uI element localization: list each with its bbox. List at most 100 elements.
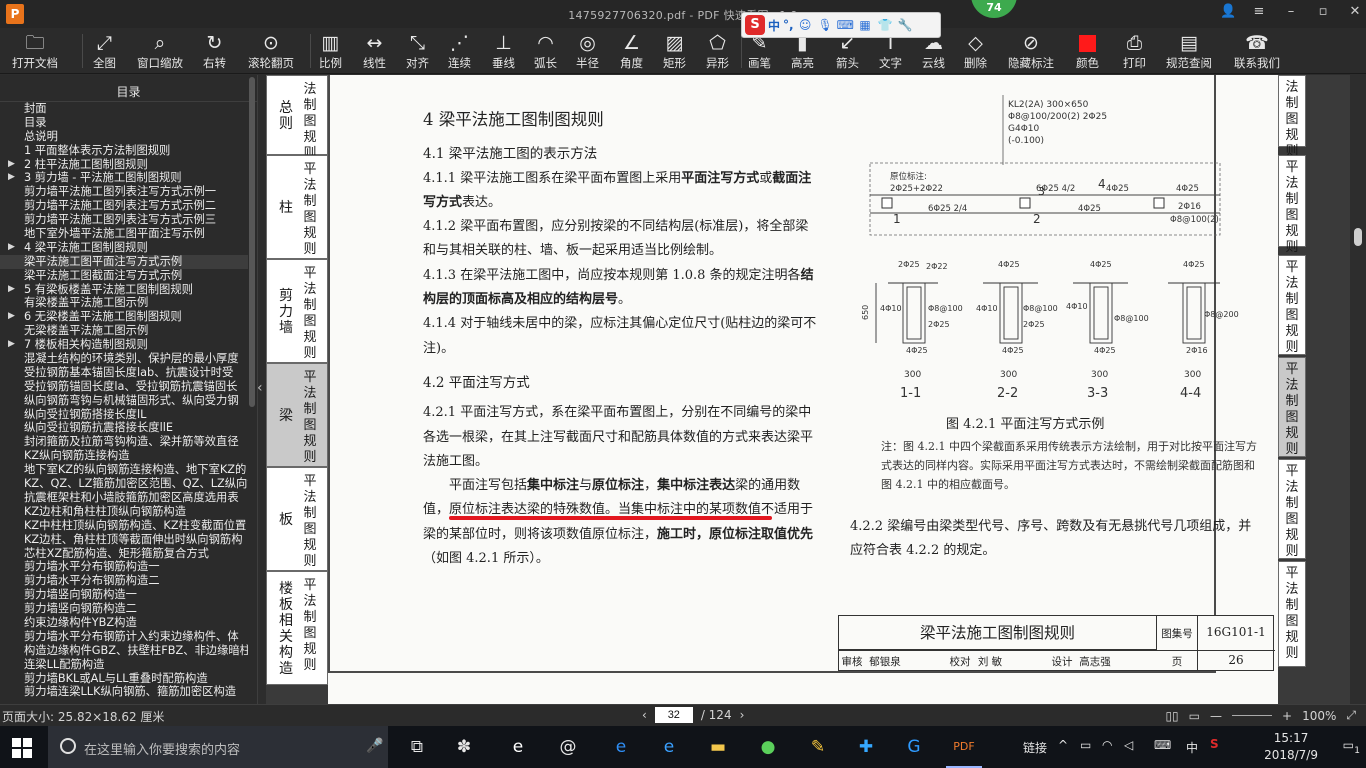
zoom-in-icon[interactable]: + [1282, 709, 1292, 723]
chain-button[interactable]: ⋰ 连续 [448, 28, 471, 74]
expand-arrow-icon[interactable]: ▶ [8, 310, 15, 324]
left-tab[interactable]: 楼板相关构造 平法制图规则 [266, 571, 328, 685]
left-tab[interactable]: 梁平法制图规则 [266, 363, 328, 467]
toc-item[interactable]: 梁平法施工图平面注写方式示例 [0, 254, 248, 269]
toc-item[interactable]: 抗震框架柱和小墙肢箍筋加密区高度选用表 [0, 491, 248, 505]
sogou-tray-icon[interactable]: S [1210, 737, 1219, 751]
toc-item[interactable]: ▶ 6 无梁楼盖平法施工图制图规则 [0, 310, 248, 324]
notes-icon[interactable]: ✎ [806, 735, 830, 759]
right-tab[interactable]: 平法制图规则 [1278, 255, 1306, 355]
skin-icon[interactable]: 👕 [877, 17, 894, 34]
right-tab[interactable]: 平法制图规则 [1278, 357, 1306, 457]
mic-icon[interactable]: 🎤 [366, 738, 383, 754]
notification-icon[interactable]: ▭ [1343, 738, 1354, 752]
tray-up-icon[interactable]: ^ [1058, 738, 1068, 752]
rect-button[interactable]: ▨ 矩形 [663, 28, 686, 74]
ime-punct[interactable]: °, [783, 18, 794, 32]
left-tab[interactable]: 总则 法制图规则 [266, 75, 328, 161]
grid-icon[interactable]: ▦ [857, 17, 874, 34]
toc-item[interactable]: 封闭箍筋及拉筋弯钩构造、梁并筋等效直径 [0, 435, 248, 449]
emoji-icon[interactable]: ☺ [797, 17, 814, 34]
mic-icon[interactable]: 🎙 [817, 17, 834, 34]
contact-button[interactable]: ☎ 联系我们 [1234, 28, 1280, 74]
toc-item[interactable]: 剪力墙水平分布钢筋构造一 [0, 560, 248, 574]
toc-item[interactable]: KZ边柱、角柱柱顶等截面伸出时纵向钢筋构 [0, 533, 248, 547]
ime-indicator[interactable]: 中 [1186, 739, 1198, 756]
next-page-icon[interactable]: › [740, 708, 745, 722]
file-explorer-icon[interactable]: ▬ [706, 735, 730, 759]
right-tab[interactable]: 平法制图规则 [1278, 561, 1306, 667]
page-number-input[interactable] [654, 707, 693, 723]
toc-item[interactable]: 纵向钢筋弯钩与机械锚固形式、纵向受力钢 [0, 394, 248, 408]
red-underline-annotation[interactable] [449, 516, 772, 520]
pdf-viewer-task-icon[interactable]: PDF [952, 735, 976, 759]
toc-item[interactable]: ▶ 2 柱平法施工图制图规则 [0, 158, 248, 172]
toc-item[interactable]: 地下室外墙平法施工图平面注写示例 [0, 227, 248, 241]
toc-item[interactable]: 受拉钢筋基本锚固长度lab、抗震设计时受 [0, 366, 248, 380]
expand-arrow-icon[interactable]: ▶ [8, 241, 15, 255]
toc-item[interactable]: 构造边缘构件GBZ、扶壁柱FBZ、非边缘暗柱 [0, 644, 248, 658]
radius-button[interactable]: ◎ 半径 [576, 28, 599, 74]
toc-item[interactable]: 混凝土结构的环境类别、保护层的最小厚度 [0, 352, 248, 366]
toc-item[interactable]: 目录 [0, 116, 248, 130]
menu-icon[interactable]: ≡ [1252, 4, 1266, 19]
toc-item[interactable]: 约束边缘构件YBZ构造 [0, 616, 248, 630]
toc-item[interactable]: 连梁LL配筋构造 [0, 658, 248, 672]
taskbar-search[interactable]: 在这里输入你要搜索的内容 🎤 [48, 726, 388, 768]
scroll-button[interactable]: ⊙ 滚轮翻页 [248, 28, 294, 74]
toc-item[interactable]: KZ边柱和角柱柱顶纵向钢筋构造 [0, 505, 248, 519]
settings-icon[interactable]: 🔧 [897, 17, 914, 34]
arc-button[interactable]: ◠ 弧长 [534, 28, 557, 74]
toc-item[interactable]: 剪力墙连梁LLK纵向钢筋、箍筋加密区构造 [0, 685, 248, 699]
linear-button[interactable]: ↔ 线性 [363, 28, 386, 74]
document-viewer[interactable]: 总则 法制图规则柱平法制图规则 剪力墙 平法制图规则梁平法制图规则板平法制图规则 楼板相… [266, 75, 1350, 704]
left-tab[interactable]: 剪力墙 平法制图规则 [266, 259, 328, 363]
volume-icon[interactable]: ◁ [1124, 738, 1133, 752]
toc-item[interactable]: ▶ 5 有梁板楼盖平法施工图制图规则 [0, 283, 248, 297]
ime-mode[interactable]: 中 [768, 17, 780, 34]
spiral-app-icon[interactable]: @ [556, 735, 580, 759]
keyboard-icon[interactable]: ⌨ [1154, 738, 1171, 752]
close-icon[interactable]: ✕ [1348, 4, 1362, 19]
viewer-scrollbar[interactable] [1354, 228, 1362, 246]
task-view-icon[interactable]: ⧉ [405, 735, 429, 759]
toc-item[interactable]: ▶ 4 梁平法施工图制图规则 [0, 241, 248, 255]
edge-icon[interactable]: e [609, 735, 633, 759]
single-page-icon[interactable]: ▯▯ [1165, 709, 1178, 723]
link-label[interactable]: 链接 [1023, 739, 1047, 756]
keyboard-icon[interactable]: ⌨ [837, 17, 854, 34]
left-tab[interactable]: 柱平法制图规则 [266, 155, 328, 259]
expand-arrow-icon[interactable]: ▶ [8, 283, 15, 297]
toc-item[interactable]: 剪力墙水平分布钢筋构造二 [0, 574, 248, 588]
g-app-icon[interactable]: G [902, 735, 926, 759]
fit-button[interactable]: ⤢ 全图 [93, 28, 116, 74]
ie-icon[interactable]: e [657, 735, 681, 759]
toc-item[interactable]: 剪力墙竖向钢筋构造二 [0, 602, 248, 616]
toc-item[interactable]: 有梁楼盖平法施工图示例 [0, 296, 248, 310]
minimize-icon[interactable]: – [1284, 4, 1298, 19]
zoom-button[interactable]: ⌕ 窗口缩放 [137, 28, 183, 74]
maximize-icon[interactable]: ▫ [1316, 4, 1330, 19]
open-button[interactable]: 🗀 打开文档 [12, 28, 58, 74]
toc-item[interactable]: KZ、QZ、LZ箍筋加密区范围、QZ、LZ纵向钢 [0, 477, 248, 491]
align-button[interactable]: ⤡ 对齐 [406, 28, 429, 74]
plus-app-icon[interactable]: ✚ [854, 735, 878, 759]
battery-icon[interactable]: ▭ [1080, 738, 1091, 752]
toc-item[interactable]: 纵向受拉钢筋搭接长度lL [0, 408, 248, 422]
toc-item[interactable]: 剪力墙平法施工图列表注写方式示例一 [0, 185, 248, 199]
perp-button[interactable]: ⊥ 垂线 [492, 28, 515, 74]
toc-item[interactable]: ▶ 3 剪力墙 - 平法施工图制图规则 [0, 171, 248, 185]
toc-item[interactable]: 梁平法施工图截面注写方式示例 [0, 269, 248, 283]
sidebar-scrollbar[interactable] [249, 77, 255, 407]
sogou-logo-icon[interactable]: S [745, 15, 765, 35]
color-button[interactable]: 颜色 [1076, 28, 1099, 74]
right-tab[interactable]: 法制图规则 [1278, 75, 1306, 159]
expand-arrow-icon[interactable]: ▶ [8, 338, 15, 352]
ime-toolbar[interactable]: S 中 °, ☺ 🎙 ⌨ ▦ 👕 🔧 [741, 12, 941, 38]
toc-item[interactable]: ▶ 7 楼板相关构造制图规则 [0, 338, 248, 352]
hide-button[interactable]: ⊘ 隐藏标注 [1008, 28, 1054, 74]
poly-button[interactable]: ⬠ 异形 [706, 28, 729, 74]
rotate-button[interactable]: ↻ 右转 [203, 28, 226, 74]
scale-button[interactable]: ▥ 比例 [319, 28, 342, 74]
toc-item[interactable]: 总说明 [0, 130, 248, 144]
